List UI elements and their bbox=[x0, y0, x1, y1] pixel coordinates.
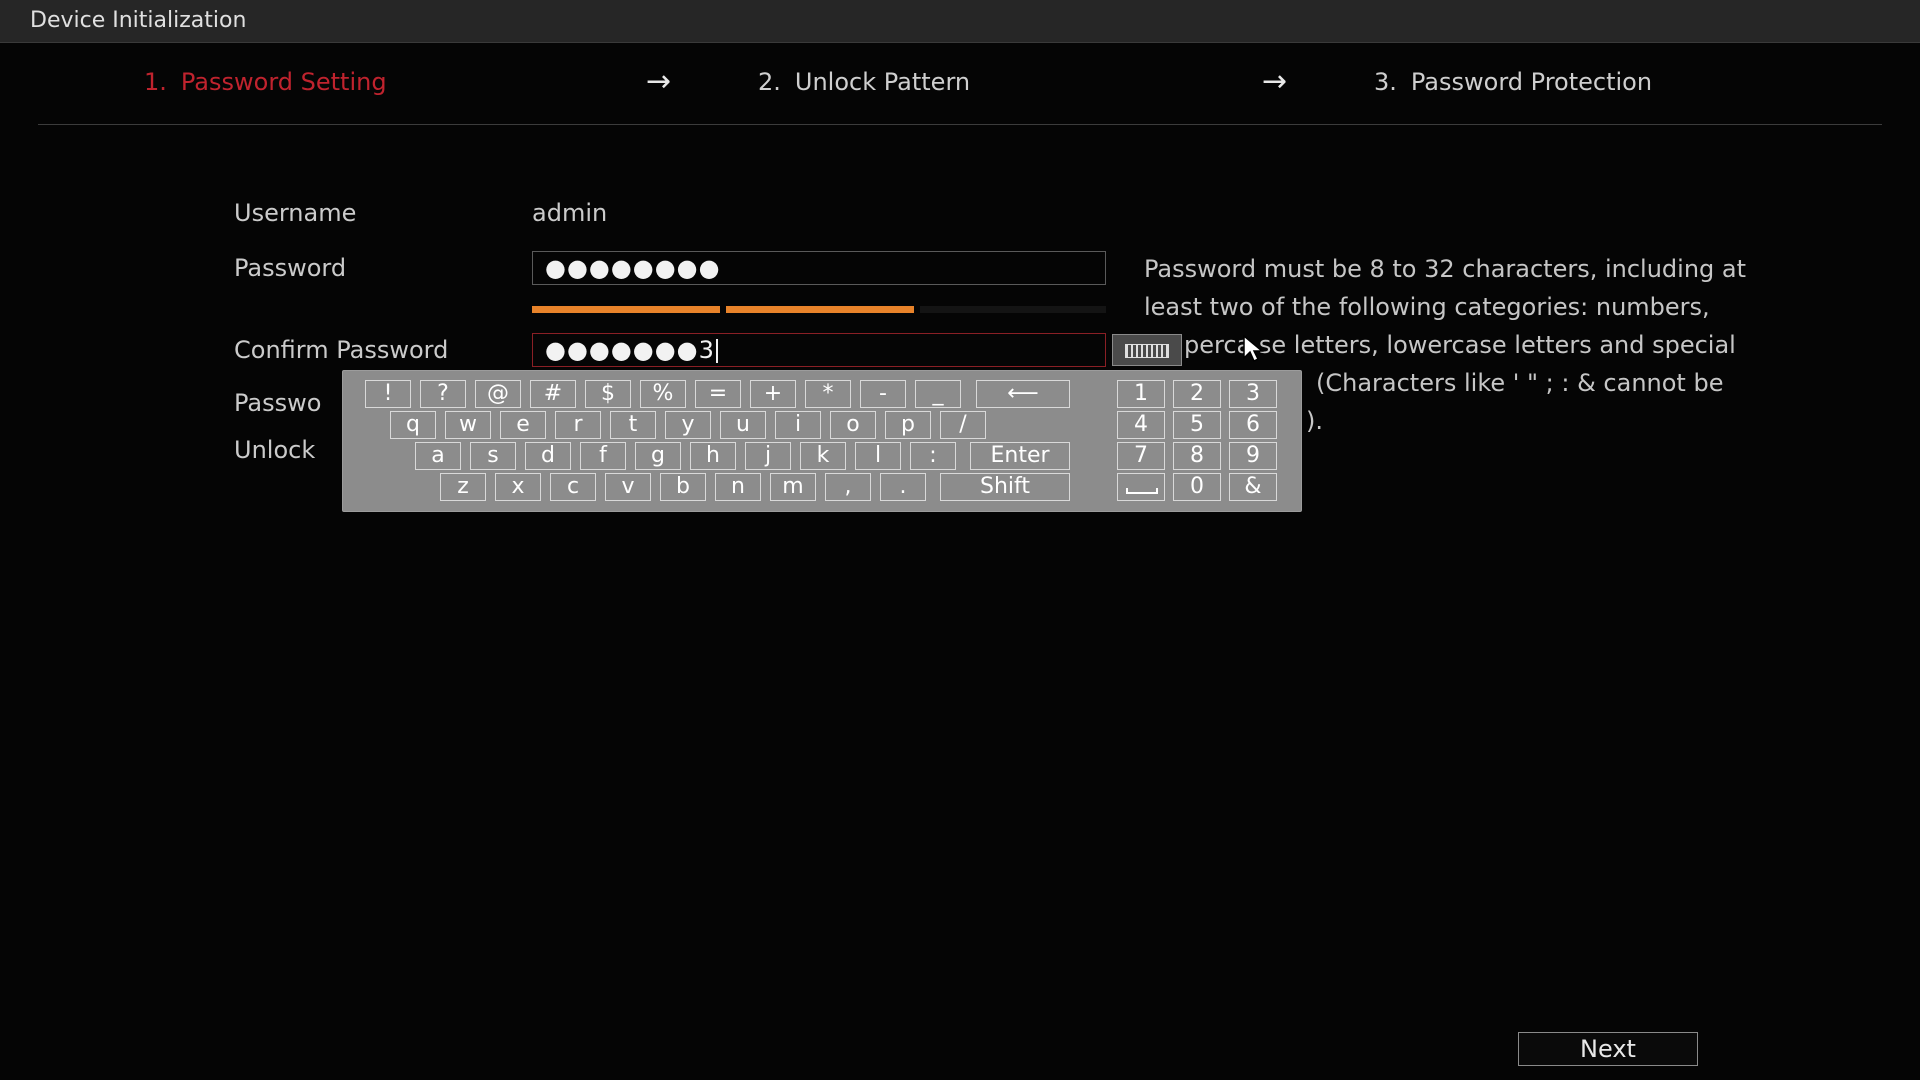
window-title: Device Initialization bbox=[30, 8, 247, 33]
key-underscore[interactable]: _ bbox=[915, 380, 961, 408]
password-label: Password bbox=[234, 254, 347, 282]
mouse-pointer-icon bbox=[1243, 334, 1265, 363]
key-v[interactable]: v bbox=[605, 473, 651, 501]
key-hash[interactable]: # bbox=[530, 380, 576, 408]
key-percent[interactable]: % bbox=[640, 380, 686, 408]
key-dollar[interactable]: $ bbox=[585, 380, 631, 408]
key-question[interactable]: ? bbox=[420, 380, 466, 408]
key-num-5[interactable]: 5 bbox=[1173, 411, 1221, 439]
strength-segment-3 bbox=[920, 306, 1106, 313]
key-c[interactable]: c bbox=[550, 473, 596, 501]
key-ampersand[interactable]: & bbox=[1229, 473, 1277, 501]
key-m[interactable]: m bbox=[770, 473, 816, 501]
key-b[interactable]: b bbox=[660, 473, 706, 501]
key-g[interactable]: g bbox=[635, 442, 681, 470]
username-value: admin bbox=[532, 199, 608, 227]
step-password-setting: 1. Password Setting bbox=[144, 68, 387, 96]
key-colon[interactable]: : bbox=[910, 442, 956, 470]
key-j[interactable]: j bbox=[745, 442, 791, 470]
password-value: ●●●●●●●● bbox=[545, 254, 721, 282]
key-num-4[interactable]: 4 bbox=[1117, 411, 1165, 439]
key-i[interactable]: i bbox=[775, 411, 821, 439]
wizard-steps: 1. Password Setting → 2. Unlock Pattern → … bbox=[0, 42, 1920, 126]
on-screen-keyboard: ! ? @ # $ % = + * - _ ⟵ q w e r t y u i … bbox=[342, 370, 1302, 512]
step-unlock-pattern: 2. Unlock Pattern bbox=[758, 68, 971, 96]
username-label: Username bbox=[234, 199, 357, 227]
key-exclamation[interactable]: ! bbox=[365, 380, 411, 408]
key-backspace[interactable]: ⟵ bbox=[976, 380, 1070, 408]
title-bar: Device Initialization bbox=[0, 0, 1920, 43]
key-o[interactable]: o bbox=[830, 411, 876, 439]
confirm-password-label: Confirm Password bbox=[234, 336, 449, 364]
key-equals[interactable]: = bbox=[695, 380, 741, 408]
key-period[interactable]: . bbox=[880, 473, 926, 501]
key-asterisk[interactable]: * bbox=[805, 380, 851, 408]
password-hint-label: Passwo bbox=[234, 389, 322, 417]
unlock-pattern-label: Unlock bbox=[234, 436, 316, 464]
key-num-8[interactable]: 8 bbox=[1173, 442, 1221, 470]
next-button[interactable]: Next bbox=[1518, 1032, 1698, 1066]
key-slash[interactable]: / bbox=[940, 411, 986, 439]
key-num-7[interactable]: 7 bbox=[1117, 442, 1165, 470]
key-r[interactable]: r bbox=[555, 411, 601, 439]
key-shift[interactable]: Shift bbox=[940, 473, 1070, 501]
confirm-password-field[interactable]: ●●●●●●●3 bbox=[532, 333, 1106, 367]
key-d[interactable]: d bbox=[525, 442, 571, 470]
key-num-0[interactable]: 0 bbox=[1173, 473, 1221, 501]
key-p[interactable]: p bbox=[885, 411, 931, 439]
steps-divider bbox=[38, 124, 1882, 125]
key-n[interactable]: n bbox=[715, 473, 761, 501]
key-num-1[interactable]: 1 bbox=[1117, 380, 1165, 408]
key-q[interactable]: q bbox=[390, 411, 436, 439]
key-minus[interactable]: - bbox=[860, 380, 906, 408]
key-z[interactable]: z bbox=[440, 473, 486, 501]
password-field[interactable]: ●●●●●●●● bbox=[532, 251, 1106, 285]
step-password-protection: 3. Password Protection bbox=[1374, 68, 1653, 96]
key-space[interactable] bbox=[1117, 473, 1165, 501]
key-comma[interactable]: , bbox=[825, 473, 871, 501]
key-h[interactable]: h bbox=[690, 442, 736, 470]
key-f[interactable]: f bbox=[580, 442, 626, 470]
key-w[interactable]: w bbox=[445, 411, 491, 439]
key-s[interactable]: s bbox=[470, 442, 516, 470]
key-x[interactable]: x bbox=[495, 473, 541, 501]
key-k[interactable]: k bbox=[800, 442, 846, 470]
step-arrow-icon: → bbox=[646, 64, 672, 99]
key-num-9[interactable]: 9 bbox=[1229, 442, 1277, 470]
key-a[interactable]: a bbox=[415, 442, 461, 470]
strength-segment-1 bbox=[532, 306, 720, 313]
key-num-3[interactable]: 3 bbox=[1229, 380, 1277, 408]
text-caret bbox=[715, 339, 718, 363]
key-t[interactable]: t bbox=[610, 411, 656, 439]
confirm-password-value: ●●●●●●●3 bbox=[545, 334, 718, 366]
key-enter[interactable]: Enter bbox=[970, 442, 1070, 470]
key-l[interactable]: l bbox=[855, 442, 901, 470]
password-strength-meter bbox=[532, 306, 1106, 313]
key-u[interactable]: u bbox=[720, 411, 766, 439]
key-plus[interactable]: + bbox=[750, 380, 796, 408]
key-y[interactable]: y bbox=[665, 411, 711, 439]
key-at[interactable]: @ bbox=[475, 380, 521, 408]
step-arrow-icon: → bbox=[1262, 64, 1288, 99]
key-num-2[interactable]: 2 bbox=[1173, 380, 1221, 408]
strength-segment-2 bbox=[726, 306, 914, 313]
space-bar-icon bbox=[1126, 488, 1158, 494]
key-num-6[interactable]: 6 bbox=[1229, 411, 1277, 439]
key-e[interactable]: e bbox=[500, 411, 546, 439]
